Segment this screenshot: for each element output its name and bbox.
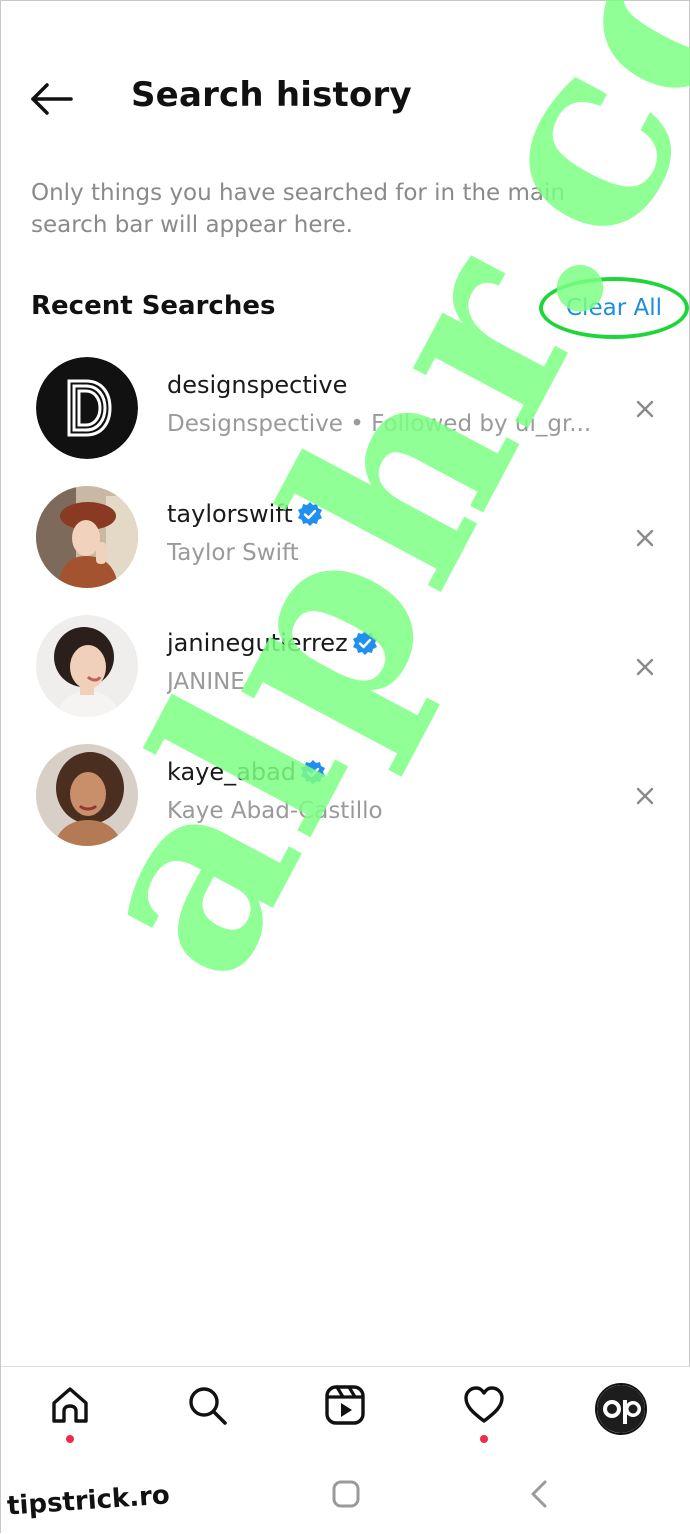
nav-reels[interactable] xyxy=(317,1383,373,1443)
username-text: taylorswift xyxy=(167,500,293,528)
notification-dot xyxy=(480,1435,488,1443)
avatar[interactable] xyxy=(36,615,138,717)
home-icon xyxy=(52,1387,88,1423)
nav-search[interactable] xyxy=(179,1383,235,1443)
remove-result-button[interactable] xyxy=(627,778,663,814)
remove-result-button[interactable] xyxy=(627,649,663,685)
verified-badge-icon xyxy=(352,631,377,655)
recent-apps-button[interactable] xyxy=(131,1474,179,1514)
clear-all-button[interactable]: Clear All xyxy=(539,277,689,339)
search-result-row[interactable]: janinegutierrez JANINE xyxy=(1,615,690,744)
result-username: janinegutierrez xyxy=(167,629,378,657)
verified-badge-icon xyxy=(301,760,326,784)
avatar[interactable] xyxy=(36,486,138,588)
designspective-logo-icon xyxy=(36,357,138,459)
system-back-button[interactable] xyxy=(515,1474,563,1514)
close-icon xyxy=(636,529,654,547)
nav-home[interactable] xyxy=(42,1383,98,1443)
result-subtitle: Designspective • Followed by ui_gr... xyxy=(167,411,592,437)
profile-photo-icon xyxy=(36,615,138,717)
remove-result-button[interactable] xyxy=(627,520,663,556)
result-subtitle: Taylor Swift xyxy=(167,540,299,566)
bottom-navigation-bar xyxy=(1,1366,690,1457)
app-header: Search history xyxy=(1,1,690,191)
recent-apps-icon xyxy=(143,1482,167,1506)
search-result-row[interactable]: taylorswift Taylor Swift xyxy=(1,486,690,615)
result-username: designspective xyxy=(167,371,347,399)
reels-icon xyxy=(325,1385,365,1425)
home-button-icon xyxy=(332,1480,360,1508)
result-username: taylorswift xyxy=(167,500,323,528)
back-button[interactable] xyxy=(25,73,77,125)
close-icon xyxy=(636,787,654,805)
result-username: kaye_abad xyxy=(167,758,326,786)
avatar[interactable] xyxy=(36,357,138,459)
heart-icon xyxy=(464,1386,504,1423)
profile-photo-icon xyxy=(36,744,138,846)
notification-dot xyxy=(66,1435,74,1443)
close-icon xyxy=(636,400,654,418)
verified-badge-icon xyxy=(297,502,322,526)
profile-avatar-icon xyxy=(595,1383,647,1435)
page-title: Search history xyxy=(131,75,412,115)
search-result-row[interactable]: kaye_abad Kaye Abad-Castillo xyxy=(1,744,690,873)
username-text: designspective xyxy=(167,371,348,399)
username-text: janinegutierrez xyxy=(167,629,348,657)
result-subtitle: Kaye Abad-Castillo xyxy=(167,798,383,824)
system-navigation-bar xyxy=(1,1456,690,1534)
system-home-button[interactable] xyxy=(322,1474,370,1514)
close-icon xyxy=(636,658,654,676)
nav-profile[interactable] xyxy=(593,1383,649,1443)
username-text: kaye_abad xyxy=(167,758,297,786)
back-chevron-icon xyxy=(531,1480,547,1508)
profile-photo-icon xyxy=(36,486,138,588)
result-subtitle: JANINE xyxy=(167,669,245,695)
search-result-row[interactable]: designspective Designspective • Followed… xyxy=(1,357,690,486)
search-icon xyxy=(189,1387,227,1425)
remove-result-button[interactable] xyxy=(627,391,663,427)
arrow-left-icon xyxy=(31,83,73,115)
history-description: Only things you have searched for in the… xyxy=(31,180,565,238)
recent-searches-title: Recent Searches xyxy=(31,291,276,321)
nav-activity[interactable] xyxy=(456,1383,512,1443)
avatar[interactable] xyxy=(36,744,138,846)
